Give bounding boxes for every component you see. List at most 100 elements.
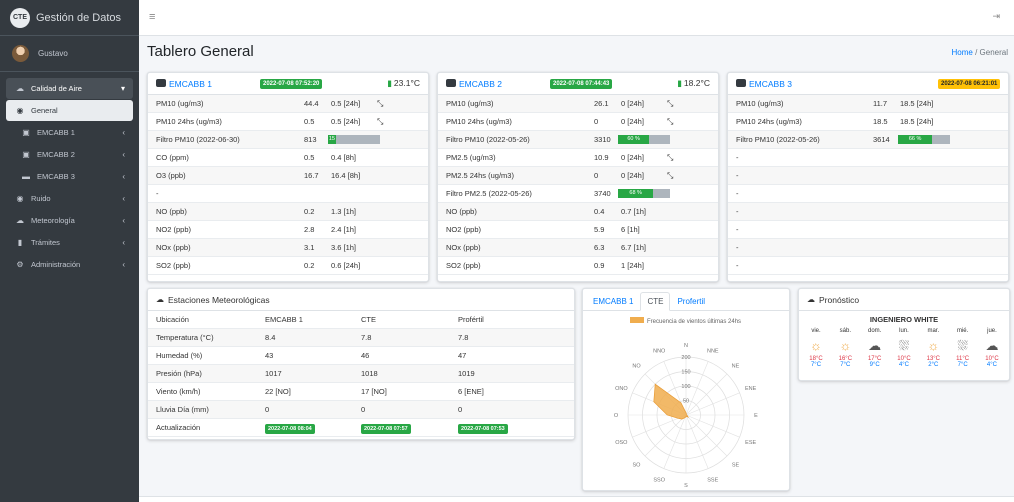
table-row: - — [148, 185, 428, 203]
row-average: 0.5 [24h] — [331, 99, 361, 108]
sidebar-item-label: General — [31, 106, 58, 115]
tab-emcabb-1[interactable]: EMCABB 1 — [587, 293, 639, 310]
row-label: NO2 (ppb) — [446, 225, 482, 234]
sidebar-item-ruido[interactable]: ◉ Ruido ‹ — [6, 188, 133, 209]
filter-progress-bar: 15 % — [328, 135, 380, 151]
cloud-icon: ☁ — [985, 338, 999, 353]
table-row: Filtro PM10 (2022-05-26) 3614 66 % — [728, 131, 1008, 149]
row-label: PM2.5 24hs (ug/m3) — [446, 171, 514, 180]
row-average: 2.4 [1h] — [331, 225, 357, 234]
breadcrumb-separator: / — [975, 48, 978, 57]
tick-label: 150 — [681, 370, 690, 376]
row-label: - — [156, 189, 159, 198]
sidebar-item-emcabb-2[interactable]: ▣ EMCABB 2 ‹ — [6, 144, 133, 165]
row-label: NO2 (ppb) — [156, 225, 192, 234]
row-label: PM10 24hs (ug/m3) — [156, 117, 222, 126]
chevron-icon: ‹ — [122, 194, 125, 203]
met-cell: Humedad (%) — [156, 351, 203, 360]
station-card-emcabb1: EMCABB 1 2022-07-08 07:52:20 ▮ 23.1°C PM10 (… — [147, 72, 429, 282]
bus-icon: ▣ — [22, 128, 30, 137]
row-value: 5.9 — [594, 225, 605, 234]
sidebar-item-label: Meteorología — [31, 216, 75, 225]
forecast-day: sáb. ☼ 16°C 7°C — [834, 328, 856, 368]
user-panel[interactable]: Gustavo — [0, 36, 139, 72]
sidebar-item-administración[interactable]: ⚙ Administración ‹ — [6, 254, 133, 275]
sidebar-item-emcabb-1[interactable]: ▣ EMCABB 1 ‹ — [6, 122, 133, 143]
filter-progress-fill: 68 % — [618, 189, 654, 198]
chevron-icon: ‹ — [122, 238, 125, 247]
sidebar-item-trámites[interactable]: ▮ Trámites ‹ — [6, 232, 133, 253]
sidebar-item-emcabb-3[interactable]: ▬ EMCABB 3 ‹ — [6, 166, 133, 187]
station-name[interactable]: EMCABB 3 — [736, 78, 792, 89]
brand[interactable]: CTE Gestión de Datos — [0, 0, 139, 36]
station-name[interactable]: EMCABB 2 — [446, 78, 502, 89]
location-icon: ◉ — [16, 194, 24, 203]
wind-rose-chart: Frecuencia de vientos últimas 24hs N NNE NE… — [614, 317, 758, 489]
direction-label: SSO — [653, 478, 665, 484]
table-row: CO (ppm) 0.5 0.4 [8h] — [148, 149, 428, 167]
met-cell: Lluvia Día (mm) — [156, 405, 209, 414]
table-row: - — [728, 257, 1008, 275]
direction-label: S — [684, 483, 688, 489]
met-cell: 1018 — [361, 369, 378, 378]
met-cell: 46 — [361, 351, 370, 360]
forecast-day-name: mar. — [927, 328, 940, 334]
row-value: 0.4 — [594, 207, 605, 216]
breadcrumb-home[interactable]: Home — [951, 48, 972, 57]
row-value: 6.3 — [594, 243, 605, 252]
table-row: NO2 (ppb) 2.8 2.4 [1h] — [148, 221, 428, 239]
table-row: - — [728, 149, 1008, 167]
met-table: Ubicación EMCABB 1 CTE Profértil Temperatura… — [148, 311, 574, 437]
bus-icon: ▣ — [22, 150, 30, 159]
row-label: SO2 (ppb) — [156, 261, 191, 270]
row-label: - — [736, 153, 739, 162]
table-row: SO2 (ppb) 0.9 1 [24h] — [438, 257, 718, 275]
wind-direction-icon: ⤡ — [667, 98, 674, 108]
logout-icon[interactable]: ⇥ — [992, 11, 1000, 22]
legend-swatch — [630, 317, 644, 323]
row-label: - — [736, 243, 739, 252]
menu-toggle-icon[interactable]: ≡ — [149, 11, 155, 23]
station-header: EMCABB 2 2022-07-08 07:44:43 ▮ 18.2°C — [438, 73, 718, 95]
tab-profertil[interactable]: Profertil — [671, 293, 711, 310]
met-update-label: Actualización — [156, 423, 201, 432]
station-table: PM10 (ug/m3) 11.7 18.5 [24h] PM10 24hs (ug/… — [728, 95, 1008, 275]
sidebar-item-general[interactable]: ◉ General — [6, 100, 133, 121]
sidebar-item-meteorología[interactable]: ☁ Meteorología ‹ — [6, 210, 133, 231]
chart-icon: ▮ — [17, 238, 23, 247]
row-value: 44.4 — [304, 99, 319, 108]
met-cell: 1019 — [458, 369, 475, 378]
row-label: Filtro PM10 (2022-05-26) — [736, 135, 820, 144]
row-average: 0 [24h] — [621, 99, 644, 108]
forecast-day-name: vie. — [811, 328, 821, 334]
table-row: Filtro PM2.5 (2022-05-26) 3740 68 % — [438, 185, 718, 203]
sidebar-item-calidad-de-aire[interactable]: ☁ Calidad de Aire ▾ — [6, 78, 133, 99]
direction-label: NO — [632, 364, 641, 370]
met-header-row: Ubicación EMCABB 1 CTE Profértil — [148, 311, 574, 329]
update-badge: 2022-07-08 07:57 — [361, 423, 411, 434]
met-cell: 47 — [458, 351, 467, 360]
table-row: PM2.5 24hs (ug/m3) 0 0 [24h] ⤡ — [438, 167, 718, 185]
bus-icon — [156, 78, 166, 87]
row-value: 26.1 — [594, 99, 609, 108]
table-row: PM10 (ug/m3) 11.7 18.5 [24h] — [728, 95, 1008, 113]
sidebar-item-label: Administración — [31, 260, 81, 269]
chevron-icon: ‹ — [122, 150, 125, 159]
row-average: 16.4 [8h] — [331, 171, 361, 180]
tab-cte[interactable]: CTE — [640, 292, 671, 311]
update-timestamp: 2022-07-08 07:53 — [458, 424, 508, 434]
sidebar-item-label: Ruido — [31, 194, 51, 203]
station-name[interactable]: EMCABB 1 — [156, 78, 212, 89]
row-label: Filtro PM10 (2022-06-30) — [156, 135, 240, 144]
table-row: Filtro PM10 (2022-05-26) 3310 60 % — [438, 131, 718, 149]
row-label: NO (ppb) — [446, 207, 477, 216]
row-label: O3 (ppb) — [156, 171, 186, 180]
row-value: 0.5 — [304, 153, 315, 162]
row-label: PM10 (ug/m3) — [446, 99, 494, 108]
filter-progress-bar: 66 % — [898, 135, 950, 144]
update-badge: 2022-07-08 08:04 — [265, 423, 315, 434]
temperature-value: 23.1°C — [393, 78, 420, 88]
grid-spoke — [685, 414, 728, 457]
table-row: NOx (ppb) 6.3 6.7 [1h] — [438, 239, 718, 257]
tick-label: 50 — [683, 399, 689, 405]
